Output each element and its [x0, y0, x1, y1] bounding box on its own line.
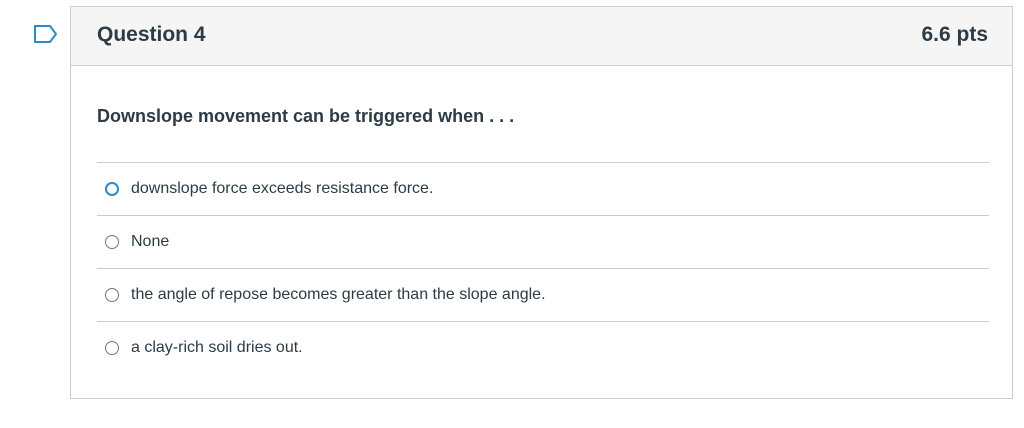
radio-button[interactable] — [105, 235, 119, 249]
answer-option-4[interactable]: a clay-rich soil dries out. — [97, 321, 989, 374]
flag-question-icon[interactable] — [33, 24, 59, 44]
question-card: Question 4 6.6 pts Downslope movement ca… — [70, 6, 1013, 399]
radio-button[interactable] — [105, 182, 119, 196]
question-text: Downslope movement can be triggered when… — [97, 106, 515, 126]
answer-option-1[interactable]: downslope force exceeds resistance force… — [97, 162, 989, 215]
answer-option-3[interactable]: the angle of repose becomes greater than… — [97, 268, 989, 321]
question-points: 6.6 pts — [921, 23, 988, 46]
answer-label[interactable]: a clay-rich soil dries out. — [131, 339, 303, 357]
answer-list: downslope force exceeds resistance force… — [97, 162, 989, 374]
answer-option-2[interactable]: None — [97, 215, 989, 268]
answer-label[interactable]: None — [131, 233, 169, 251]
answer-label[interactable]: the angle of repose becomes greater than… — [131, 286, 546, 304]
radio-button[interactable] — [105, 341, 119, 355]
answer-label[interactable]: downslope force exceeds resistance force… — [131, 180, 433, 198]
question-header: Question 4 6.6 pts — [71, 7, 1012, 66]
question-title: Question 4 — [97, 23, 206, 46]
radio-button[interactable] — [105, 288, 119, 302]
